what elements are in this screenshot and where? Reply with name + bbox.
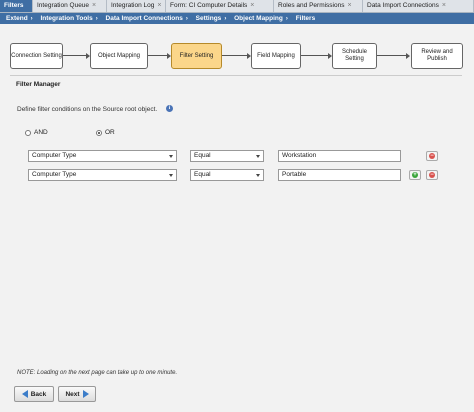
wizard-steps: Connection Setting Object Mapping Filter… (0, 34, 474, 74)
step-label: Connection Setting (11, 52, 62, 59)
select-value: Equal (194, 171, 211, 178)
radio-label: AND (34, 129, 48, 136)
button-label: Next (65, 390, 80, 398)
info-icon[interactable]: i (166, 105, 173, 112)
step-label: Field Mapping (257, 52, 295, 59)
operator-select[interactable]: Equal (190, 169, 264, 181)
field-select[interactable]: Computer Type (28, 169, 177, 181)
wizard-step-field-mapping[interactable]: Field Mapping (251, 43, 301, 69)
step-label: Filter Setting (179, 52, 214, 59)
select-value: Computer Type (32, 171, 77, 178)
close-icon[interactable]: × (442, 2, 446, 9)
field-select[interactable]: Computer Type (28, 150, 177, 162)
remove-row-button[interactable]: − (426, 151, 438, 161)
breadcrumb: Extend › Integration Tools › Data Import C… (0, 13, 474, 24)
chevron-down-icon (169, 174, 173, 177)
step-label: Object Mapping (97, 52, 141, 59)
plus-icon: + (412, 172, 418, 178)
tab-data-import-connections[interactable]: Data Import Connections × (363, 0, 474, 12)
input-value: Workstation (282, 152, 317, 159)
arrow-right-icon (82, 390, 89, 398)
tab-label: Form: CI Computer Details (170, 2, 248, 9)
step-connector (63, 55, 87, 56)
add-row-button[interactable]: + (409, 170, 421, 180)
button-label: Back (30, 390, 47, 398)
chevron-down-icon (256, 174, 260, 177)
chevron-right-icon: › (224, 16, 227, 22)
tab-integration-queue[interactable]: Integration Queue × (33, 0, 107, 12)
minus-icon: − (429, 153, 435, 159)
instruction-text: Define filter conditions on the Source r… (17, 106, 158, 113)
tab-integration-log[interactable]: Integration Log × (107, 0, 166, 12)
close-icon[interactable]: × (347, 2, 351, 9)
breadcrumb-item[interactable]: Object Mapping (228, 13, 283, 24)
arrow-right-icon (406, 53, 410, 59)
select-value: Equal (194, 152, 211, 159)
chevron-right-icon: › (285, 16, 288, 22)
minus-icon: − (429, 172, 435, 178)
value-input[interactable]: Portable (278, 169, 401, 181)
step-label: Review and Publish (421, 49, 453, 62)
tab-bar: Filters Integration Queue × Integration L… (0, 0, 474, 13)
chevron-down-icon (169, 155, 173, 158)
input-value: Portable (282, 171, 307, 178)
tab-label: Integration Log (111, 2, 155, 9)
note-text: NOTE: Loading on the next page can take … (17, 370, 178, 376)
close-icon[interactable]: × (157, 2, 161, 9)
tab-label: Integration Queue (37, 2, 90, 9)
breadcrumb-item[interactable]: Integration Tools (34, 13, 92, 24)
chevron-right-icon: › (95, 16, 98, 22)
main-content: Connection Setting Object Mapping Filter… (0, 24, 474, 412)
select-value: Computer Type (32, 152, 77, 159)
step-label: Schedule Setting (341, 49, 368, 62)
tab-roles-and-permissions[interactable]: Roles and Permissions × (274, 0, 363, 12)
next-button[interactable]: Next (58, 386, 96, 402)
close-icon[interactable]: × (92, 2, 96, 9)
breadcrumb-item-current: Filters (295, 15, 316, 22)
chevron-right-icon: › (185, 16, 188, 22)
step-connector (377, 55, 407, 56)
chevron-right-icon: › (30, 16, 33, 22)
breadcrumb-item[interactable]: Data Import Connections (100, 13, 183, 24)
radio-or[interactable] (96, 129, 102, 136)
step-connector (148, 55, 168, 56)
wizard-step-filter-setting[interactable]: Filter Setting (171, 43, 222, 69)
breadcrumb-item[interactable]: Settings (190, 13, 222, 24)
radio-label: OR (105, 129, 115, 136)
tab-filters[interactable]: Filters (0, 0, 33, 12)
step-connector (301, 55, 329, 56)
wizard-step-object-mapping[interactable]: Object Mapping (90, 43, 148, 69)
section-title: Filter Manager (16, 81, 61, 88)
logic-option-or[interactable]: OR (96, 129, 115, 136)
arrow-left-icon (21, 390, 28, 398)
chevron-down-icon (256, 155, 260, 158)
value-input[interactable]: Workstation (278, 150, 401, 162)
back-button[interactable]: Back (14, 386, 54, 402)
tab-label: Roles and Permissions (278, 2, 345, 9)
close-icon[interactable]: × (250, 2, 254, 9)
step-connector (222, 55, 248, 56)
tab-label: Data Import Connections (367, 2, 439, 9)
remove-row-button[interactable]: − (426, 170, 438, 180)
wizard-step-connection-setting[interactable]: Connection Setting (10, 43, 63, 69)
tab-form-ci-computer-details[interactable]: Form: CI Computer Details × (166, 0, 274, 12)
logic-option-and[interactable]: AND (25, 129, 48, 136)
radio-and[interactable] (25, 129, 31, 136)
divider (10, 75, 462, 76)
tab-label: Filters (4, 2, 24, 9)
breadcrumb-item[interactable]: Extend (0, 13, 28, 24)
wizard-step-review-and-publish[interactable]: Review and Publish (411, 43, 463, 69)
wizard-step-schedule-setting[interactable]: Schedule Setting (332, 43, 377, 69)
operator-select[interactable]: Equal (190, 150, 264, 162)
